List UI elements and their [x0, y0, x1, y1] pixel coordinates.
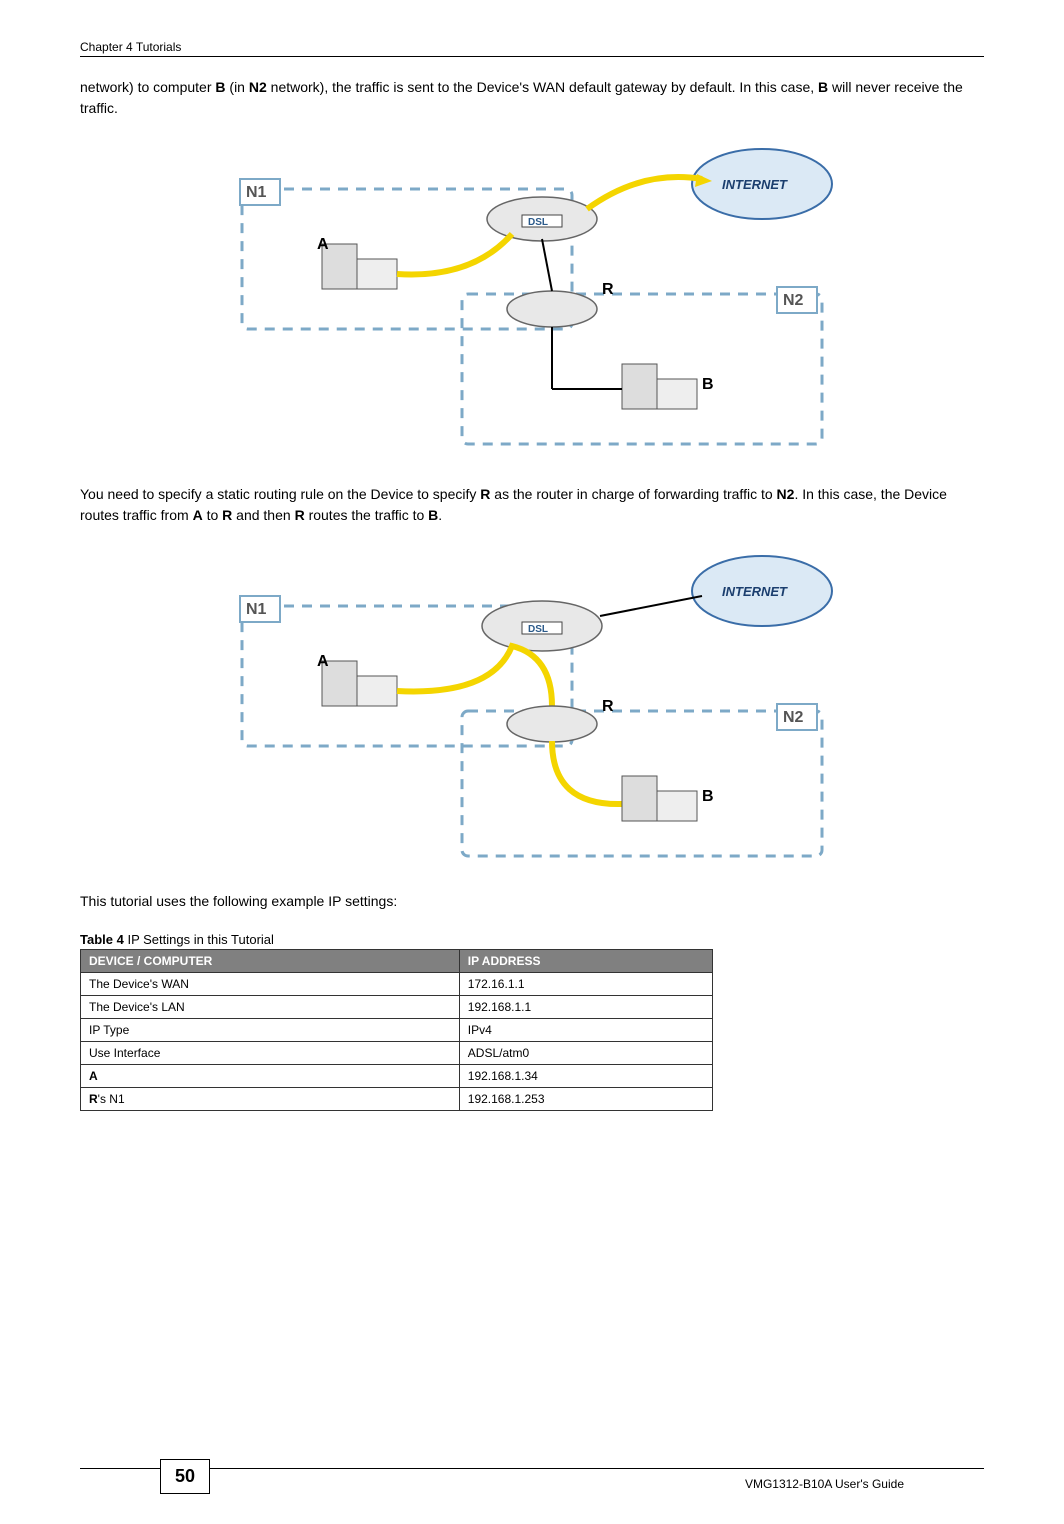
table-row: IP TypeIPv4 [81, 1019, 713, 1042]
page-header: Chapter 4 Tutorials [80, 40, 984, 57]
cell-ip: IPv4 [459, 1019, 712, 1042]
cell-device: Use Interface [81, 1042, 460, 1065]
paragraph-1: network) to computer B (in N2 network), … [80, 77, 984, 119]
page-footer: 50 VMG1312-B10A User's Guide [80, 1468, 984, 1494]
paragraph-2: You need to specify a static routing rul… [80, 484, 984, 526]
label-internet-2: INTERNET [722, 584, 788, 599]
network-diagram-2: N1 N2 INTERNET DSL A R B [212, 546, 852, 866]
ip-settings-table: DEVICE / COMPUTER IP ADDRESS The Device'… [80, 949, 713, 1111]
cell-ip: 192.168.1.34 [459, 1065, 712, 1088]
cell-device: The Device's LAN [81, 996, 460, 1019]
network-diagram-1: N1 N2 INTERNET DSL A R B [212, 139, 852, 459]
label-r: R [602, 281, 614, 298]
table-caption: Table 4 IP Settings in this Tutorial [80, 932, 984, 947]
table-row: Use InterfaceADSL/atm0 [81, 1042, 713, 1065]
label-n2-2: N2 [783, 709, 804, 726]
cell-device: R's N1 [81, 1088, 460, 1111]
label-dsl: DSL [528, 217, 548, 228]
label-b: B [702, 376, 714, 393]
guide-title: VMG1312-B10A User's Guide [745, 1477, 904, 1491]
label-n1-2: N1 [246, 601, 267, 618]
cell-ip: 172.16.1.1 [459, 973, 712, 996]
cell-ip: ADSL/atm0 [459, 1042, 712, 1065]
cell-ip: 192.168.1.253 [459, 1088, 712, 1111]
th-ip: IP ADDRESS [459, 950, 712, 973]
table-row: A192.168.1.34 [81, 1065, 713, 1088]
table-row: The Device's WAN172.16.1.1 [81, 973, 713, 996]
label-dsl-2: DSL [528, 624, 548, 635]
cell-device: IP Type [81, 1019, 460, 1042]
label-n2: N2 [783, 292, 804, 309]
header-chapter: Chapter 4 Tutorials [80, 40, 181, 54]
cell-ip: 192.168.1.1 [459, 996, 712, 1019]
table-header-row: DEVICE / COMPUTER IP ADDRESS [81, 950, 713, 973]
page-number: 50 [160, 1459, 210, 1494]
table-row: R's N1192.168.1.253 [81, 1088, 713, 1111]
label-r-2: R [602, 698, 614, 715]
paragraph-3: This tutorial uses the following example… [80, 891, 984, 912]
label-b-2: B [702, 788, 714, 805]
th-device: DEVICE / COMPUTER [81, 950, 460, 973]
cell-device: The Device's WAN [81, 973, 460, 996]
label-a: A [317, 236, 329, 253]
table-row: The Device's LAN192.168.1.1 [81, 996, 713, 1019]
label-n1: N1 [246, 184, 267, 201]
label-internet: INTERNET [722, 177, 788, 192]
cell-device: A [81, 1065, 460, 1088]
label-a-2: A [317, 653, 329, 670]
